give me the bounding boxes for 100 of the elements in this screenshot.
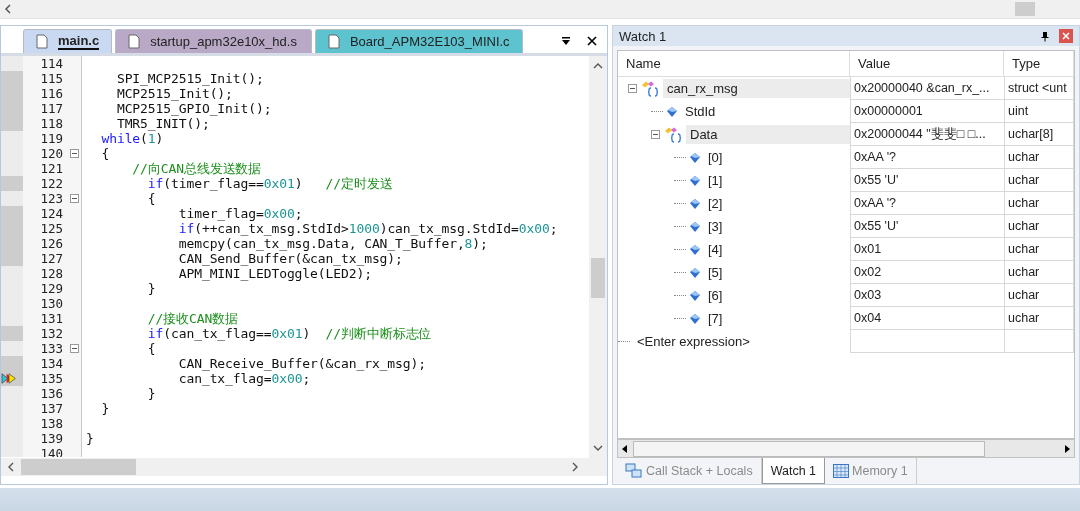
value-cell: 0x20000044 "斐斐□ □... (850, 123, 1004, 146)
value-cell: 0x02 (850, 261, 1004, 284)
horizontal-scrollbar[interactable] (1, 458, 607, 476)
vertical-scrollbar[interactable] (589, 56, 607, 458)
grid-icon (833, 464, 850, 478)
scroll-down-icon[interactable] (593, 444, 603, 452)
horizontal-scrollbar[interactable] (617, 439, 1075, 458)
pin-icon[interactable] (1041, 30, 1049, 42)
variable-name[interactable]: [4] (704, 240, 727, 259)
line-number: 114 (39, 56, 64, 71)
variable-name[interactable]: [0] (704, 148, 727, 167)
diamond-icon (689, 220, 701, 233)
code-line: while(1) (100, 131, 164, 146)
dropdown-icon[interactable] (561, 36, 571, 46)
variable-name[interactable]: [5] (704, 263, 727, 282)
diamond-icon (689, 289, 701, 302)
scroll-left-icon[interactable] (621, 443, 629, 454)
structure-icon (663, 126, 683, 143)
panel-tab[interactable]: Watch 1 (761, 458, 826, 484)
column-header[interactable]: Value (850, 51, 1004, 76)
code-line: CAN_Receive_Buffer(&can_rx_msg); (177, 356, 426, 371)
variable-name[interactable]: StdId (681, 102, 720, 121)
line-number: 133 (39, 341, 64, 356)
diamond-icon (689, 243, 701, 256)
line-number: 136 (39, 386, 64, 401)
code-line: CAN_Send_Buffer(&can_tx_msg); (177, 251, 403, 266)
type-cell: uchar (1004, 192, 1074, 215)
line-number: 127 (39, 251, 64, 266)
type-cell: uchar (1004, 169, 1074, 192)
variable-name[interactable]: [2] (704, 194, 727, 213)
code-line: //接收CAN数据 (146, 311, 239, 326)
scroll-left-icon[interactable] (7, 462, 15, 472)
scroll-right-icon[interactable] (571, 462, 579, 472)
code-line: } (146, 281, 156, 296)
close-icon[interactable] (587, 36, 597, 46)
file-icon (36, 34, 48, 49)
file-icon (327, 34, 340, 49)
line-number: 131 (39, 311, 64, 326)
line-number: 118 (39, 116, 64, 131)
line-number: 139 (39, 431, 64, 446)
code-line: } (86, 431, 94, 446)
value-cell: 0x55 'U' (850, 215, 1004, 238)
code-line: { (100, 146, 110, 161)
variable-name[interactable]: can_rx_msg (663, 79, 850, 98)
scroll-thumb[interactable] (591, 258, 605, 298)
collapse-icon[interactable] (628, 84, 637, 93)
variable-name[interactable]: [7] (704, 309, 727, 328)
variable-name[interactable]: [6] (704, 286, 727, 305)
scroll-right-icon[interactable] (1063, 443, 1071, 454)
value-cell: 0x00000001 (850, 100, 1004, 123)
type-cell: uchar (1004, 146, 1074, 169)
variable-name[interactable]: [3] (704, 217, 727, 236)
line-number: 134 (39, 356, 64, 371)
code-line: if(++can_tx_msg.StdId>1000)can_tx_msg.StdId=0x00; (177, 221, 558, 236)
code-line: SPI_MCP2515_Init(); (115, 71, 264, 86)
type-cell: uchar (1004, 261, 1074, 284)
variable-name[interactable]: Data (686, 125, 850, 144)
scroll-left-icon[interactable] (4, 4, 12, 14)
column-header[interactable]: Name (618, 51, 850, 76)
type-cell: uint (1004, 100, 1074, 123)
value-cell: 0x55 'U' (850, 169, 1004, 192)
line-number: 128 (39, 266, 64, 281)
type-cell: uchar (1004, 307, 1074, 330)
line-number: 120 (39, 146, 64, 161)
add-watch-expression[interactable]: <Enter expression> (633, 332, 754, 351)
code-line: memcpy(can_tx_msg.Data, CAN_T_Buffer,8); (177, 236, 488, 251)
panel-title: Watch 1 (619, 28, 667, 44)
value-cell: 0x01 (850, 238, 1004, 261)
variable-name[interactable]: [1] (704, 171, 727, 190)
line-number: 119 (39, 131, 64, 146)
line-number: 132 (39, 326, 64, 341)
scroll-up-icon[interactable] (593, 62, 603, 70)
file-tab[interactable]: Board_APM32E103_MINI.c (314, 29, 523, 53)
structure-icon (640, 80, 660, 97)
line-number: 137 (39, 401, 64, 416)
diamond-icon (689, 151, 701, 164)
code-line: } (146, 386, 156, 401)
type-cell: uchar (1004, 238, 1074, 261)
code-line: timer_flag=0x00; (177, 206, 303, 221)
line-number: 129 (39, 281, 64, 296)
line-number: 125 (39, 221, 64, 236)
diamond-icon (689, 197, 701, 210)
file-tab[interactable]: startup_apm32e10x_hd.s (115, 29, 312, 53)
line-number: 115 (39, 71, 64, 86)
file-icon (128, 34, 141, 49)
scroll-thumb[interactable] (1015, 2, 1035, 16)
file-tab[interactable]: main.c (23, 29, 113, 53)
code-line: MCP2515_GPIO_Init(); (115, 101, 272, 116)
line-number: 123 (39, 191, 64, 206)
value-cell: 0x20000040 &can_rx_... (850, 77, 1004, 100)
collapse-icon[interactable] (69, 344, 79, 353)
collapse-icon[interactable] (651, 130, 660, 139)
line-number: 135 (39, 371, 64, 386)
code-line: if(can_tx_flag==0x01) //判断中断标志位 (146, 326, 432, 341)
column-header[interactable]: Type (1004, 51, 1074, 76)
value-cell: 0x03 (850, 284, 1004, 307)
collapse-icon[interactable] (69, 149, 79, 158)
code-line: //向CAN总线发送数据 (131, 161, 262, 176)
type-cell: uchar (1004, 215, 1074, 238)
collapse-icon[interactable] (69, 194, 79, 203)
